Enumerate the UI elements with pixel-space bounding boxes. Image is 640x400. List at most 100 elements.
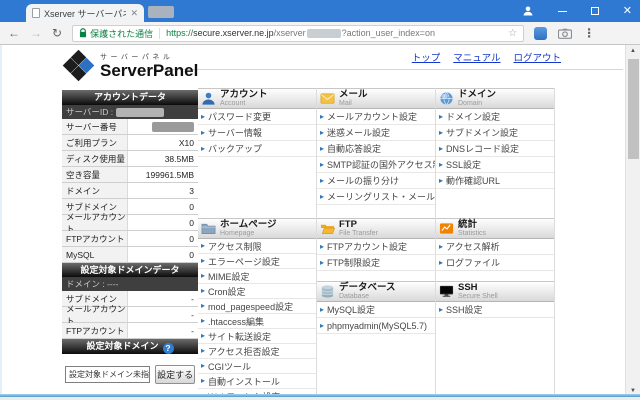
url-scheme: https://	[166, 28, 193, 38]
section-account-header: アカウントAccount	[198, 88, 316, 109]
menu-item[interactable]: ▸動作確認URL	[436, 173, 554, 189]
menu-item[interactable]: ▸CGIツール	[198, 359, 316, 374]
menu-column-1: アカウントAccount ▸パスワード変更▸サーバー情報▸バックアップ ホームペ…	[198, 88, 317, 394]
arrow-icon: ▸	[320, 129, 324, 137]
menu-item[interactable]: ▸phpmyadmin(MySQL5.7)	[317, 318, 435, 334]
menu-item[interactable]: ▸.htaccess編集	[198, 314, 316, 329]
menu-item[interactable]: ▸FTP制限設定	[317, 255, 435, 271]
back-button[interactable]: ←	[8, 27, 20, 39]
section-database: データベースDatabase ▸MySQL設定▸phpmyadmin(MySQL…	[317, 281, 435, 334]
arrow-icon: ▸	[320, 259, 324, 267]
chevron-down-icon: ▼	[149, 372, 150, 378]
arrow-icon: ▸	[201, 377, 205, 385]
globe-icon	[439, 91, 454, 106]
menu-item[interactable]: ▸ログファイル	[436, 255, 554, 271]
menu-item[interactable]: ▸ドメイン設定	[436, 109, 554, 125]
menu-item[interactable]: ▸メールの振り分け	[317, 173, 435, 189]
page-favicon-icon	[32, 8, 40, 18]
camera-extension-icon[interactable]	[558, 28, 572, 39]
menu-item[interactable]: ▸Cron設定	[198, 284, 316, 299]
arrow-icon: ▸	[201, 362, 205, 370]
arrow-icon: ▸	[439, 113, 443, 121]
profile-icon[interactable]	[522, 5, 534, 17]
minimize-button[interactable]	[558, 11, 567, 12]
browser-tab[interactable]: Xserver サーバーパネル ✕	[26, 4, 144, 22]
menu-item[interactable]: ▸自動インストール	[198, 374, 316, 389]
open-folder-icon	[320, 221, 335, 236]
top-nav-link[interactable]: トップ	[412, 50, 441, 64]
url-bar[interactable]: 保護された通信 https://secure.xserver.ne.jp/xse…	[72, 25, 524, 42]
arrow-icon: ▸	[439, 177, 443, 185]
arrow-icon: ▸	[201, 287, 205, 295]
menu-grid: アカウントAccount ▸パスワード変更▸サーバー情報▸バックアップ ホームペ…	[198, 88, 555, 394]
sidebar-row: FTPアカウント 0	[62, 231, 198, 247]
arrow-icon: ▸	[439, 145, 443, 153]
extension-icon[interactable]	[534, 27, 547, 40]
menu-item[interactable]: ▸SSH設定	[436, 302, 554, 318]
arrow-icon: ▸	[320, 113, 324, 121]
scroll-up-icon[interactable]: ▲	[626, 48, 640, 54]
refresh-button[interactable]: ↻	[52, 27, 62, 39]
top-nav-link[interactable]: ログアウト	[513, 50, 561, 64]
close-window-button[interactable]: ✕	[623, 6, 632, 17]
menu-item[interactable]: ▸エラーページ設定	[198, 254, 316, 269]
arrow-icon: ▸	[320, 193, 324, 201]
apply-domain-button[interactable]: 設定する	[155, 365, 195, 384]
arrow-icon: ▸	[201, 317, 205, 325]
sidebar-row: FTPアカウント -	[62, 323, 198, 339]
sidebar-row: ご利用プラン X10	[62, 135, 198, 151]
page-scrollbar[interactable]: ▲ ▼	[625, 45, 640, 397]
menu-item[interactable]: ▸自動応答設定	[317, 141, 435, 157]
section-database-header: データベースDatabase	[317, 281, 435, 302]
arrow-icon: ▸	[320, 243, 324, 251]
tab-close-icon[interactable]: ✕	[130, 9, 138, 18]
menu-item[interactable]: ▸アクセス解析	[436, 239, 554, 255]
menu-item[interactable]: ▸サイト転送設定	[198, 329, 316, 344]
menu-item[interactable]: ▸SMTP認証の国外アクセス制限設定	[317, 157, 435, 173]
target-domain-select[interactable]: 設定対象ドメイン未指 ▼	[65, 366, 150, 383]
bookmark-star-icon[interactable]: ☆	[508, 28, 517, 39]
menu-item[interactable]: ▸MIME設定	[198, 269, 316, 284]
arrow-icon: ▸	[201, 257, 205, 265]
menu-column-2: メールMail ▸メールアカウント設定▸迷惑メール設定▸自動応答設定▸SMTP認…	[317, 88, 436, 394]
menu-column-3: ドメインDomain ▸ドメイン設定▸サブドメイン設定▸DNSレコード設定▸SS…	[436, 88, 555, 394]
account-data-rows: ご利用プラン X10 ディスク使用量 38.5MB 空き容量 199961.5M…	[62, 135, 198, 263]
section-ftp-header: FTPFile Transfer	[317, 218, 435, 239]
arrow-icon: ▸	[201, 347, 205, 355]
section-ssh: SSHSecure Shell ▸SSH設定	[436, 281, 554, 318]
section-domain-header: ドメインDomain	[436, 88, 554, 109]
menu-item[interactable]: ▸メールアカウント設定	[317, 109, 435, 125]
xserver-diamonds-icon	[64, 51, 93, 80]
menu-item[interactable]: ▸バックアップ	[198, 141, 316, 157]
folder-icon	[201, 221, 216, 236]
menu-item[interactable]: ▸mod_pagespeed設定	[198, 299, 316, 314]
maximize-button[interactable]	[591, 7, 599, 15]
top-nav-link[interactable]: マニュアル	[453, 50, 500, 64]
menu-item[interactable]: ▸パスワード変更	[198, 109, 316, 125]
menu-item[interactable]: ▸SSL設定	[436, 157, 554, 173]
censored-url-segment	[307, 29, 341, 38]
sidebar-row: サーバー番号	[62, 119, 198, 135]
secure-lock-icon	[79, 28, 87, 38]
forward-button[interactable]: →	[30, 27, 42, 39]
menu-item[interactable]: ▸MySQL設定	[317, 302, 435, 318]
menu-item[interactable]: ▸サブドメイン設定	[436, 125, 554, 141]
sidebar-row: 空き容量 199961.5MB	[62, 167, 198, 183]
menu-item[interactable]: ▸アクセス制限	[198, 239, 316, 254]
arrow-icon: ▸	[201, 302, 205, 310]
menu-item[interactable]: ▸メーリングリスト・メールマガジン	[317, 189, 435, 205]
arrow-icon: ▸	[320, 306, 324, 314]
arrow-icon: ▸	[320, 145, 324, 153]
section-ftp: FTPFile Transfer ▸FTPアカウント設定▸FTP制限設定	[317, 218, 435, 271]
arrow-icon: ▸	[439, 161, 443, 169]
menu-item[interactable]: ▸FTPアカウント設定	[317, 239, 435, 255]
help-icon[interactable]	[163, 343, 174, 354]
censored-newtab-area	[148, 6, 174, 18]
menu-item[interactable]: ▸DNSレコード設定	[436, 141, 554, 157]
menu-item[interactable]: ▸迷惑メール設定	[317, 125, 435, 141]
url-host: secure.xserver.ne.jp	[193, 28, 274, 38]
menu-item[interactable]: ▸サーバー情報	[198, 125, 316, 141]
chrome-menu-icon[interactable]: ⋮	[583, 26, 595, 40]
menu-item[interactable]: ▸アクセス拒否設定	[198, 344, 316, 359]
scrollbar-thumb[interactable]	[628, 59, 639, 159]
